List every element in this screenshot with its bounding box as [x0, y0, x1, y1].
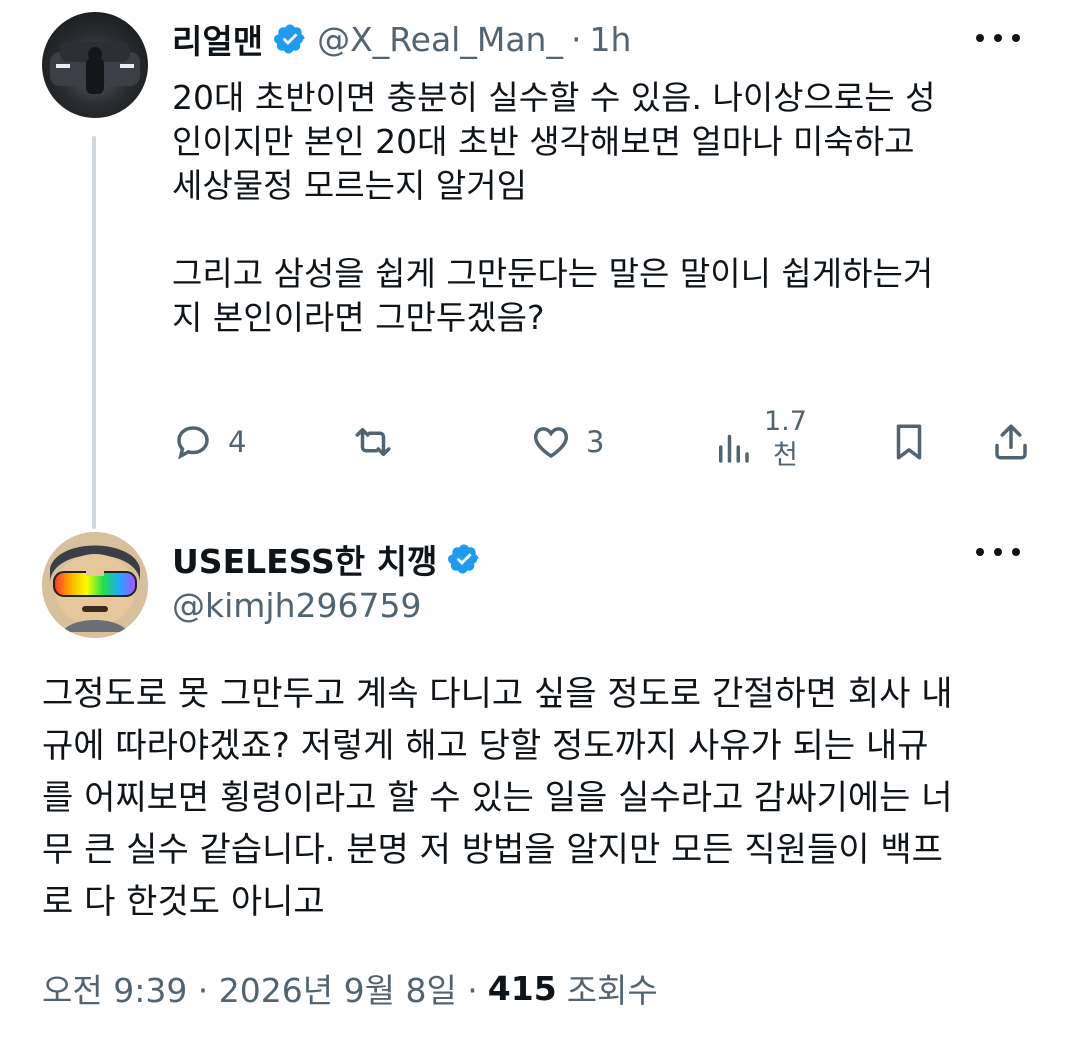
- tweet-meta: 오전 9:39 · 2026년 9월 8일 · 415 조회수: [42, 964, 658, 1012]
- views-button[interactable]: 1.7 천: [712, 405, 807, 473]
- user-handle[interactable]: @kimjh296759: [172, 586, 421, 625]
- more-options-icon[interactable]: [976, 28, 1020, 48]
- retweet-icon: [355, 428, 391, 456]
- like-icon: [533, 427, 569, 459]
- verified-badge-icon: [273, 22, 307, 56]
- retweet-button[interactable]: [352, 421, 394, 463]
- views-count-unit: 천: [773, 440, 798, 471]
- tweet-time[interactable]: 1h: [589, 20, 631, 59]
- share-button[interactable]: [990, 421, 1032, 463]
- reply-count: 4: [228, 425, 247, 459]
- avatar-image: [50, 42, 140, 94]
- view-count: 415: [487, 968, 557, 1008]
- share-icon: [995, 424, 1027, 460]
- user-handle[interactable]: @X_Real_Man_: [317, 20, 563, 59]
- display-name[interactable]: 리얼맨: [172, 15, 263, 63]
- like-count: 3: [586, 425, 605, 459]
- avatar-image: [42, 532, 148, 638]
- avatar[interactable]: [42, 12, 148, 118]
- bookmark-button[interactable]: [888, 421, 930, 463]
- tweet-body: 20대 초반이면 충분히 실수할 수 있음. 나이상으로는 성 인이지만 본인 …: [172, 78, 936, 337]
- tweet-header: 리얼맨 @X_Real_Man_ · 1h: [172, 14, 631, 64]
- tweet-actions: 4 3 1.7 천: [172, 405, 1042, 481]
- views-count-number: 1.7: [764, 406, 807, 437]
- separator-dot: ·: [570, 19, 582, 59]
- display-name[interactable]: USELESS한 치깽: [172, 535, 437, 583]
- reply-icon: [177, 426, 209, 460]
- more-options-icon[interactable]: [976, 542, 1020, 562]
- tweet-header: USELESS한 치깽: [172, 534, 481, 584]
- thread-connector-line: [92, 136, 96, 529]
- verified-badge-icon: [447, 542, 481, 576]
- views-count: 1.7 천: [764, 405, 807, 473]
- avatar[interactable]: [42, 532, 148, 638]
- view-count-label: 조회수: [566, 971, 658, 1010]
- reply-button[interactable]: 4: [172, 421, 246, 463]
- tweet-body: 그정도로 못 그만두고 계속 다니고 싶을 정도로 간절하면 회사 내 규에 따…: [42, 674, 953, 922]
- tweet-timestamp[interactable]: 오전 9:39 · 2026년 9월 8일 ·: [42, 964, 478, 1012]
- like-button[interactable]: 3: [530, 421, 604, 463]
- views-icon: [719, 434, 749, 463]
- bookmark-icon: [896, 424, 922, 460]
